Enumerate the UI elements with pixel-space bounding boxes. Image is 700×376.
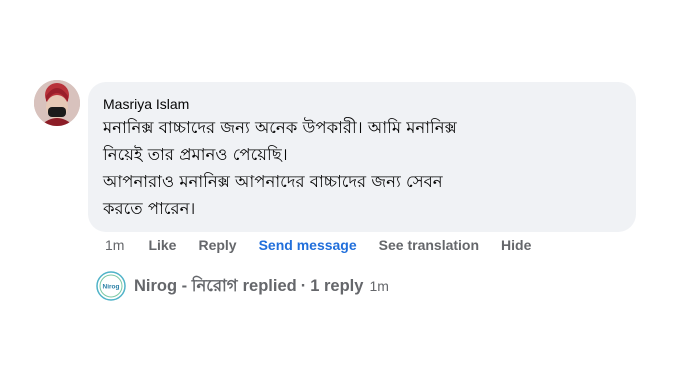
comment-bubble: Masriya Islam মনানিক্স বাচ্চাদের জন্য অন… — [88, 82, 636, 232]
comment-text-line: নিয়েই তার প্রমানও পেয়েছি। — [103, 145, 288, 164]
nirog-logo-text: Nirog — [103, 284, 120, 291]
reply-summary-text: Nirog - নিরোগ replied · 1 reply 1m — [134, 273, 389, 300]
profile-photo-avatar-icon — [34, 80, 80, 126]
send-message-button[interactable]: Send message — [259, 237, 357, 253]
view-replies-link[interactable]: Nirog Nirog - নিরোগ replied · 1 reply 1m — [96, 270, 389, 302]
comment-timestamp[interactable]: 1m — [105, 237, 124, 253]
comment-text-line: মনানিক্স বাচ্চাদের জন্য অনেক উপকারী। আমি… — [103, 118, 457, 137]
reply-count[interactable]: 1 reply — [310, 277, 363, 296]
separator-dot: · — [300, 276, 307, 295]
reply-timestamp: 1m — [369, 278, 389, 294]
like-button[interactable]: Like — [148, 237, 176, 253]
comment-text-line: আপনারাও মনানিক্স আপনাদের বাচ্চাদের জন্য … — [103, 172, 443, 191]
comment-author-name[interactable]: Masriya Islam — [103, 96, 189, 113]
comment-text: মনানিক্স বাচ্চাদের জন্য অনেক উপকারী। আমি… — [103, 114, 622, 222]
comment-actions: 1m Like Reply Send message See translati… — [105, 234, 531, 256]
reply-button[interactable]: Reply — [198, 237, 236, 253]
hide-button[interactable]: Hide — [501, 237, 531, 253]
replier-page-name[interactable]: Nirog - নিরোগ — [134, 273, 238, 300]
replied-label: replied — [242, 276, 297, 295]
nirog-logo-icon: Nirog — [96, 271, 126, 301]
author-avatar[interactable] — [34, 80, 80, 126]
see-translation-button[interactable]: See translation — [379, 237, 479, 253]
comment-text-line: করতে পারেন। — [103, 199, 196, 218]
